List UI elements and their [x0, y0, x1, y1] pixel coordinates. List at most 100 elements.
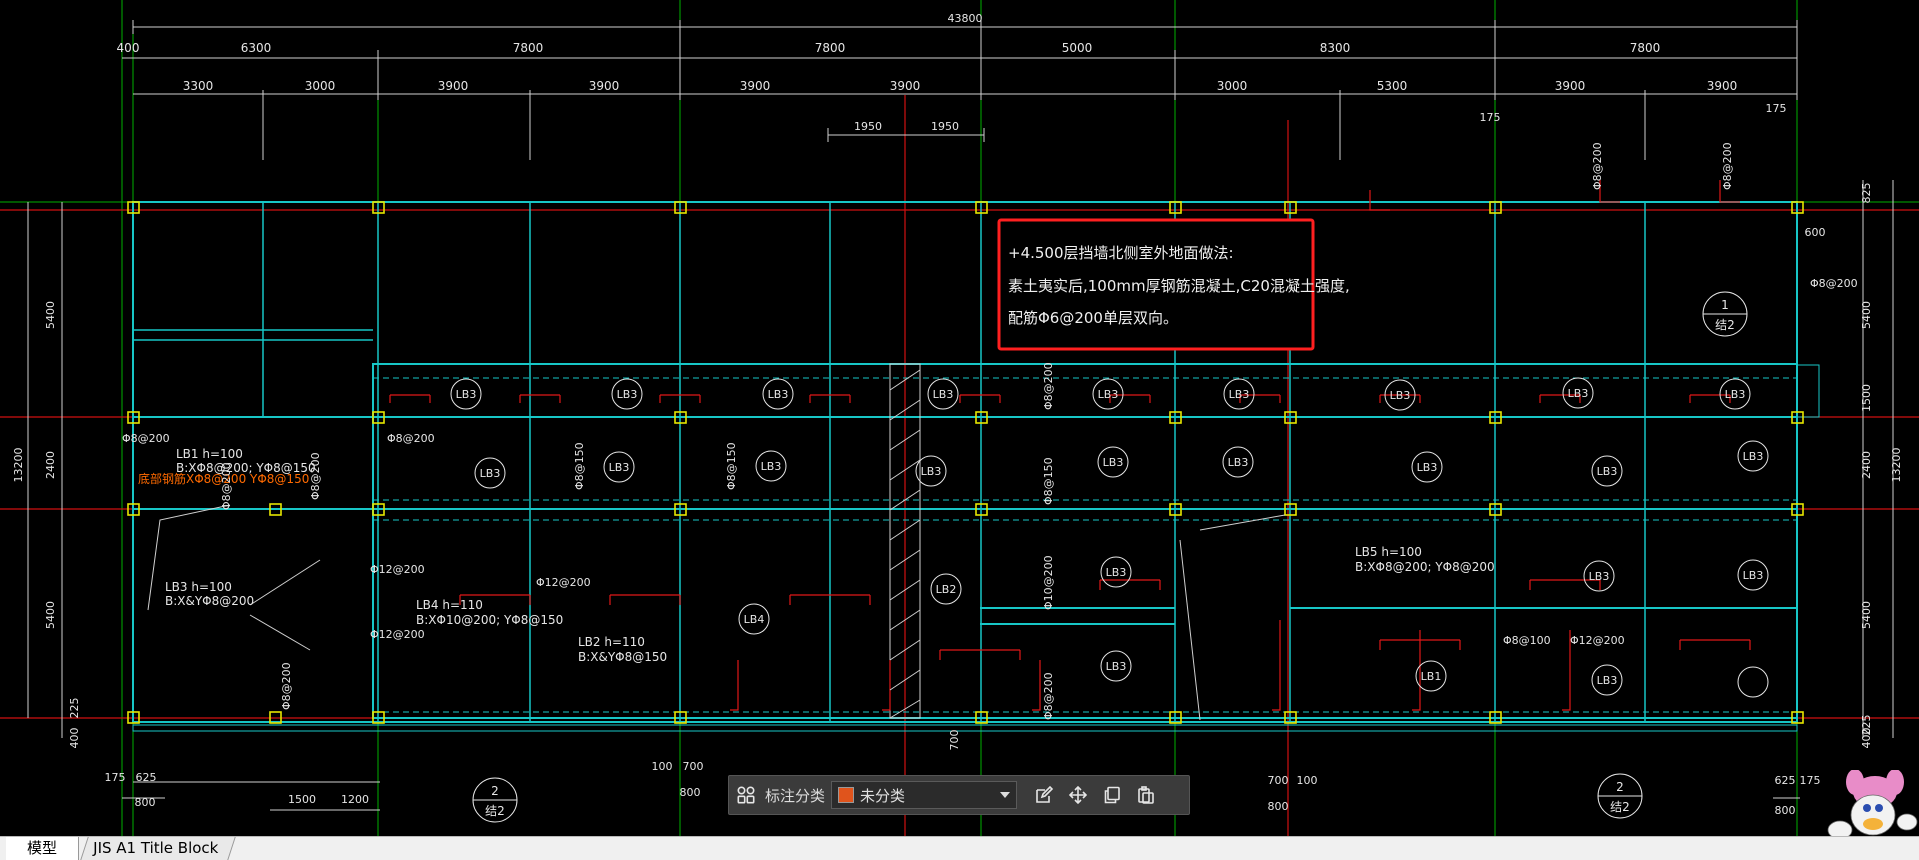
- slab-note: B:XΦ10@200; YΦ8@150: [416, 613, 563, 627]
- slab-label: LB3: [456, 388, 477, 401]
- rebar-label: Φ8@200: [1042, 672, 1055, 720]
- dim-text: 5400: [1860, 601, 1873, 629]
- paste-icon[interactable]: [1129, 778, 1163, 812]
- dim-text: 5400: [1860, 301, 1873, 329]
- dim-text: 5000: [1062, 41, 1093, 55]
- dim-text: 3900: [438, 79, 469, 93]
- move-icon[interactable]: [1061, 778, 1095, 812]
- slab-label: LB3: [1743, 569, 1764, 582]
- dim-text: 3300: [183, 79, 214, 93]
- slab-note: LB1 h=100: [176, 447, 243, 461]
- dim-text: 800: [1268, 800, 1289, 813]
- dim-text: 7800: [1630, 41, 1661, 55]
- slab-note: LB4 h=110: [416, 598, 483, 612]
- dim-text: 6300: [241, 41, 272, 55]
- rebar-label: Φ10@200: [1042, 555, 1055, 610]
- copy-icon[interactable]: [1095, 778, 1129, 812]
- slab-label: LB3: [1098, 388, 1119, 401]
- slab-label: LB3: [480, 467, 501, 480]
- dim-text: 1500: [1860, 384, 1873, 412]
- cad-drawing-canvas[interactable]: 43800 400 6300 7800 7800 5000 8300 7800 …: [0, 0, 1919, 860]
- rebar-label: Φ8@200: [122, 432, 170, 445]
- tab-jis-a1-title-block[interactable]: JIS A1 Title Block: [80, 837, 236, 860]
- category-label: 标注分类: [765, 786, 826, 805]
- section-ref: 结2: [485, 804, 505, 818]
- rebar-label: Φ8@200: [1810, 277, 1858, 290]
- dim-text: 3900: [1555, 79, 1586, 93]
- dim-text: 800: [680, 786, 701, 799]
- dim-text: 175: [105, 771, 126, 784]
- dim-text: 2400: [44, 451, 57, 479]
- dim-text: 1950: [931, 120, 959, 133]
- section-num: 2: [491, 784, 499, 798]
- rebar-label: Φ8@200: [220, 462, 233, 510]
- rebar-label: Φ8@200: [1591, 142, 1604, 190]
- dim-text: 400: [68, 728, 81, 749]
- dim-text: 625: [136, 771, 157, 784]
- slab-label: LB3: [609, 461, 630, 474]
- slab-label: LB4: [744, 613, 765, 626]
- slab-label: LB3: [1106, 566, 1127, 579]
- rebar-label: Φ12@200: [536, 576, 591, 589]
- dim-text: 225: [68, 698, 81, 719]
- annotation-toolbar: 标注分类 未分类: [728, 775, 1190, 815]
- rebar-label: Φ12@200: [1570, 634, 1625, 647]
- dim-text: 3000: [1217, 79, 1248, 93]
- dim-text: 1950: [854, 120, 882, 133]
- dim-text: 2400: [1860, 451, 1873, 479]
- rebar-label: Φ8@150: [725, 442, 738, 490]
- slab-label: LB3: [1597, 674, 1618, 687]
- slab-label: LB2: [936, 583, 957, 596]
- dim-text: 100: [652, 760, 673, 773]
- slab-note: B:XΦ8@200; YΦ8@200: [1355, 560, 1495, 574]
- section-ref: 结2: [1715, 318, 1735, 332]
- slab-label: LB3: [1229, 388, 1250, 401]
- slab-label: LB3: [1103, 456, 1124, 469]
- slab-note: B:X&YΦ8@150: [578, 650, 667, 664]
- slab-label: LB3: [617, 388, 638, 401]
- slab-label: LB3: [1390, 389, 1411, 402]
- slab-label: LB3: [1725, 388, 1746, 401]
- slab-label: LB3: [1589, 570, 1610, 583]
- slab-label: LB3: [761, 460, 782, 473]
- dim-text: 825: [1860, 183, 1873, 204]
- slab-label: LB3: [1417, 461, 1438, 474]
- section-num: 2: [1616, 780, 1624, 794]
- dim-overall: 43800: [948, 12, 983, 25]
- dim-text: 8300: [1320, 41, 1351, 55]
- rebar-label: Φ8@200: [1042, 362, 1055, 410]
- slab-label: LB1: [1421, 670, 1442, 683]
- chevron-down-icon: [1000, 792, 1011, 798]
- slab-label: LB3: [1228, 456, 1249, 469]
- slab-label: LB3: [1568, 387, 1589, 400]
- dim-text: 800: [135, 796, 156, 809]
- grid-view-icon[interactable]: [729, 778, 763, 812]
- tab-layout-label: JIS A1 Title Block: [93, 839, 219, 857]
- section-ref: 结2: [1610, 800, 1630, 814]
- dim-text: 3900: [740, 79, 771, 93]
- rebar-label: Φ12@200: [370, 628, 425, 641]
- note-line: 素土夷实后,100mm厚钢筋混凝土,C20混凝土强度,: [1008, 277, 1350, 295]
- rebar-label: Φ8@200: [309, 452, 322, 500]
- rebar-label: Φ8@150: [573, 442, 586, 490]
- dim-text: 700: [683, 760, 704, 773]
- dim-text: 5400: [44, 601, 57, 629]
- tab-model[interactable]: 模型: [6, 837, 79, 860]
- slab-label: LB3: [921, 465, 942, 478]
- slab-note: LB5 h=100: [1355, 545, 1422, 559]
- rebar-label: Φ8@200: [280, 662, 293, 710]
- dim-text: 100: [1297, 774, 1318, 787]
- dim-text: 625: [1775, 774, 1796, 787]
- dim-text: 400: [1860, 728, 1873, 749]
- category-value: 未分类: [860, 786, 906, 805]
- rebar-label: Φ8@200: [387, 432, 435, 445]
- note-line: 配筋Φ6@200单层双向。: [1008, 309, 1178, 327]
- category-select[interactable]: 未分类: [831, 781, 1018, 809]
- dim-text: 700: [1268, 774, 1289, 787]
- edit-icon[interactable]: [1027, 778, 1061, 812]
- slab-note: LB3 h=100: [165, 580, 232, 594]
- note-line: +4.500层挡墙北侧室外地面做法:: [1008, 244, 1234, 262]
- slab-label: LB3: [1106, 660, 1127, 673]
- slab-label: LB3: [1597, 465, 1618, 478]
- dim-text: 800: [1775, 804, 1796, 817]
